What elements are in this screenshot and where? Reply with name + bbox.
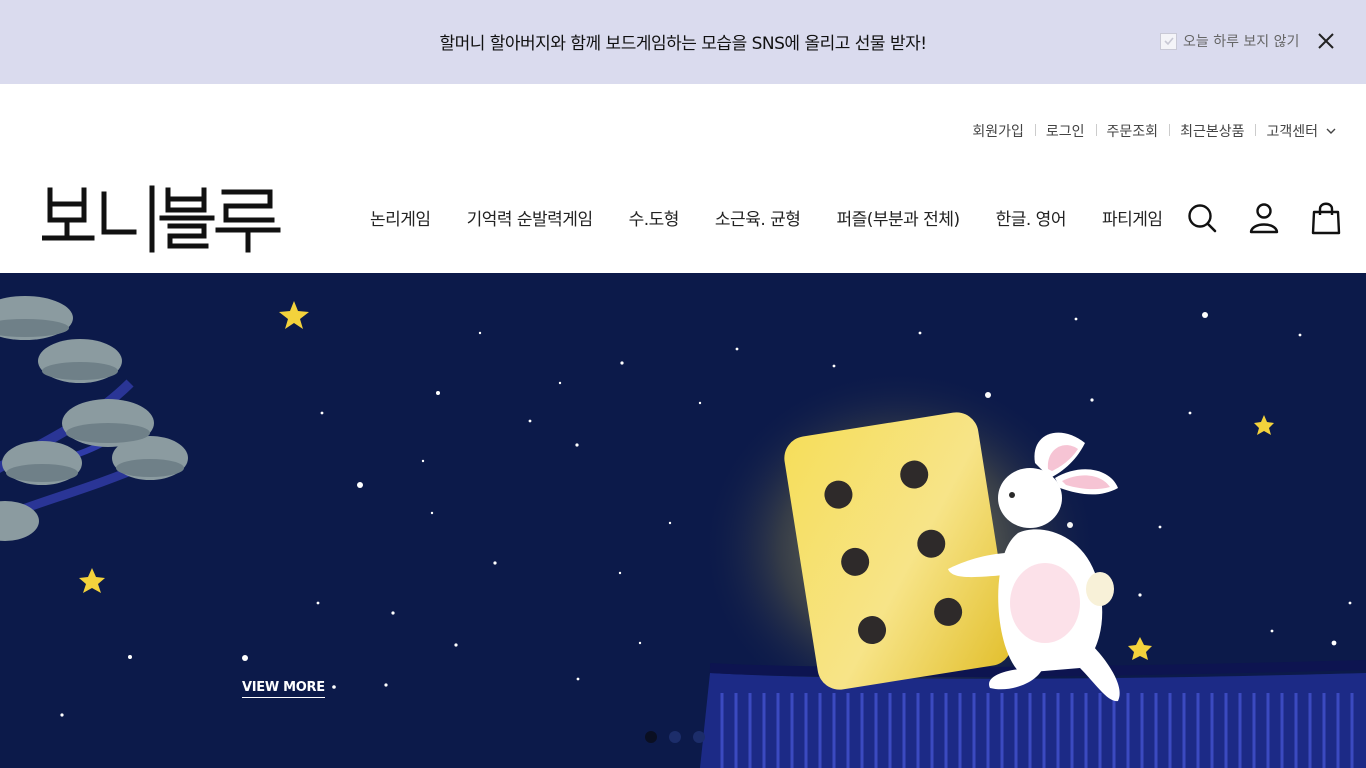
customer-center-label: 고객센터 bbox=[1266, 124, 1318, 140]
utility-links: 회원가입 로그인 주문조회 최근본상품 고객센터 bbox=[961, 121, 1336, 141]
signup-link[interactable]: 회원가입 bbox=[961, 121, 1035, 141]
customer-center-dropdown[interactable]: 고객센터 bbox=[1255, 121, 1336, 141]
search-icon[interactable] bbox=[1184, 200, 1220, 236]
slider-dot-2[interactable] bbox=[669, 731, 681, 743]
recent-products-link[interactable]: 최근본상품 bbox=[1169, 121, 1255, 141]
check-icon bbox=[1163, 37, 1174, 46]
nav-logic-games[interactable]: 논리게임 bbox=[352, 205, 449, 230]
header-actions bbox=[1184, 200, 1344, 236]
login-link[interactable]: 로그인 bbox=[1034, 121, 1096, 141]
close-icon[interactable] bbox=[1315, 30, 1337, 52]
slider-dot-3[interactable] bbox=[693, 731, 705, 743]
slider-pagination bbox=[645, 731, 705, 743]
hero-banner[interactable]: VIEW MORE bbox=[0, 273, 1366, 768]
hero-illustration bbox=[0, 296, 1366, 768]
nav-party-games[interactable]: 파티게임 bbox=[1084, 205, 1181, 230]
view-more-link[interactable]: VIEW MORE bbox=[242, 680, 325, 698]
nav-korean-english[interactable]: 한글. 영어 bbox=[978, 205, 1084, 230]
slider-dot-1[interactable] bbox=[645, 731, 657, 743]
nav-motor-balance[interactable]: 소근육. 균형 bbox=[697, 205, 819, 230]
dismiss-today-toggle[interactable]: 오늘 하루 보지 않기 bbox=[1160, 31, 1299, 51]
announcement-bar: 할머니 할아버지와 함께 보드게임하는 모습을 SNS에 올리고 선물 받자! … bbox=[0, 0, 1366, 84]
main-nav: 논리게임 기억력 순발력게임 수.도형 소근육. 균형 퍼즐(부분과 전체) 한… bbox=[352, 205, 1181, 230]
dismiss-label: 오늘 하루 보지 않기 bbox=[1183, 34, 1300, 50]
dice bbox=[784, 412, 1012, 690]
roof bbox=[700, 660, 1366, 768]
chevron-down-icon bbox=[1326, 128, 1336, 134]
pine-tree bbox=[0, 296, 188, 541]
user-icon[interactable] bbox=[1246, 200, 1282, 236]
dismiss-checkbox[interactable] bbox=[1160, 32, 1177, 50]
shopping-bag-icon[interactable] bbox=[1308, 200, 1344, 236]
order-lookup-link[interactable]: 주문조회 bbox=[1095, 121, 1170, 141]
nav-math-shapes[interactable]: 수.도형 bbox=[611, 205, 697, 230]
nav-puzzles[interactable]: 퍼즐(부분과 전체) bbox=[818, 205, 977, 230]
brand-logo[interactable] bbox=[42, 184, 282, 254]
nav-memory-games[interactable]: 기억력 순발력게임 bbox=[449, 205, 611, 230]
